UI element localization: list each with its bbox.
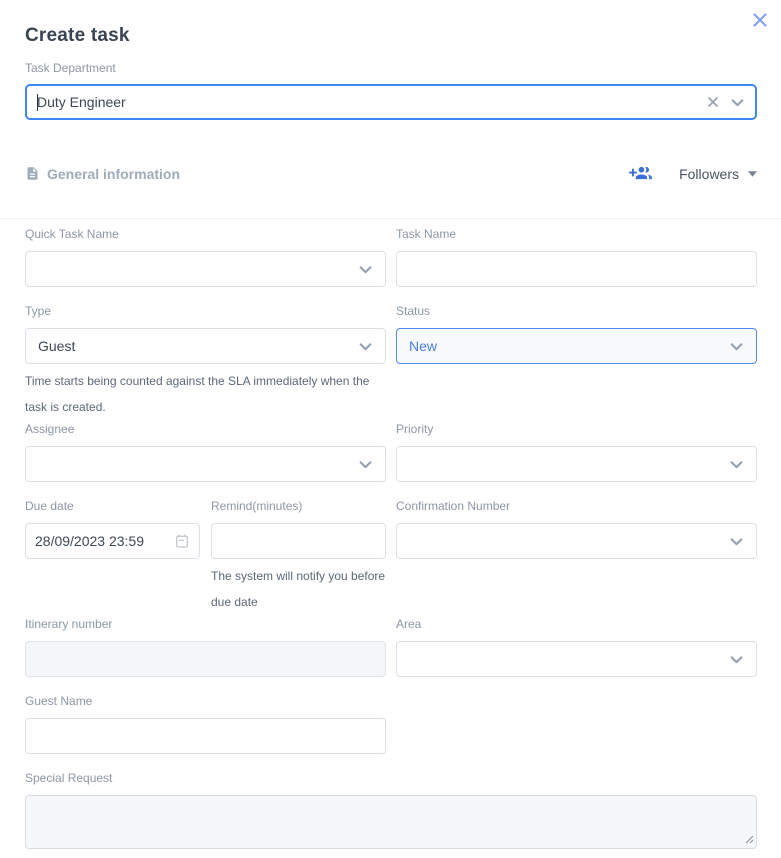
clear-icon[interactable] <box>706 95 720 109</box>
quick-task-name-label: Quick Task Name <box>25 227 386 241</box>
due-date-label: Due date <box>25 499 200 513</box>
divider <box>0 218 781 219</box>
task-department-label: Task Department <box>25 61 757 75</box>
confirmation-number-label: Confirmation Number <box>396 499 757 513</box>
general-information-title: General information <box>47 166 180 182</box>
create-task-dialog: Create task Task Department Duty Enginee… <box>0 0 781 858</box>
quick-task-name-select[interactable] <box>25 251 386 287</box>
chevron-down-icon <box>358 457 373 472</box>
remind-helper-text: The system will notify you before due da… <box>211 563 386 615</box>
close-icon[interactable] <box>749 9 771 31</box>
general-information-header: General information <box>25 165 180 182</box>
chevron-down-icon <box>358 339 373 354</box>
due-date-value: 28/09/2023 23:59 <box>35 533 174 549</box>
type-select[interactable]: Guest <box>25 328 386 364</box>
type-value: Guest <box>38 338 358 354</box>
status-value: New <box>409 338 729 354</box>
task-department-value: Duty Engineer <box>37 94 706 110</box>
page-title: Create task <box>25 25 757 47</box>
type-label: Type <box>25 304 386 318</box>
chevron-down-icon <box>729 457 744 472</box>
document-icon <box>25 165 40 182</box>
status-select[interactable]: New <box>396 328 757 364</box>
due-date-picker[interactable]: 28/09/2023 23:59 <box>25 523 200 559</box>
priority-label: Priority <box>396 422 757 436</box>
type-helper-text: Time starts being counted against the SL… <box>25 368 386 420</box>
itinerary-number-label: Itinerary number <box>25 617 386 631</box>
add-followers-icon[interactable] <box>629 165 652 182</box>
guest-name-label: Guest Name <box>25 694 386 708</box>
chevron-down-icon <box>729 339 744 354</box>
chevron-down-icon <box>729 534 744 549</box>
task-name-label: Task Name <box>396 227 757 241</box>
special-request-textarea[interactable] <box>25 795 757 849</box>
assignee-select[interactable] <box>25 446 386 482</box>
resize-grip-icon[interactable] <box>745 835 754 844</box>
chevron-down-icon <box>729 652 744 667</box>
followers-dropdown[interactable]: Followers <box>629 165 757 182</box>
itinerary-number-input <box>25 641 386 677</box>
area-select[interactable] <box>396 641 757 677</box>
caret-down-icon <box>748 171 757 177</box>
followers-label: Followers <box>679 166 739 182</box>
guest-name-input[interactable] <box>25 718 386 754</box>
task-name-input[interactable] <box>396 251 757 287</box>
remind-minutes-input[interactable] <box>211 523 386 559</box>
chevron-down-icon[interactable] <box>730 95 745 110</box>
confirmation-number-select[interactable] <box>396 523 757 559</box>
area-label: Area <box>396 617 757 631</box>
assignee-label: Assignee <box>25 422 386 436</box>
priority-select[interactable] <box>396 446 757 482</box>
remind-minutes-label: Remind(minutes) <box>211 499 386 513</box>
task-department-select[interactable]: Duty Engineer <box>25 84 757 120</box>
status-label: Status <box>396 304 757 318</box>
special-request-label: Special Request <box>25 771 757 785</box>
chevron-down-icon <box>358 262 373 277</box>
calendar-icon <box>174 533 190 549</box>
